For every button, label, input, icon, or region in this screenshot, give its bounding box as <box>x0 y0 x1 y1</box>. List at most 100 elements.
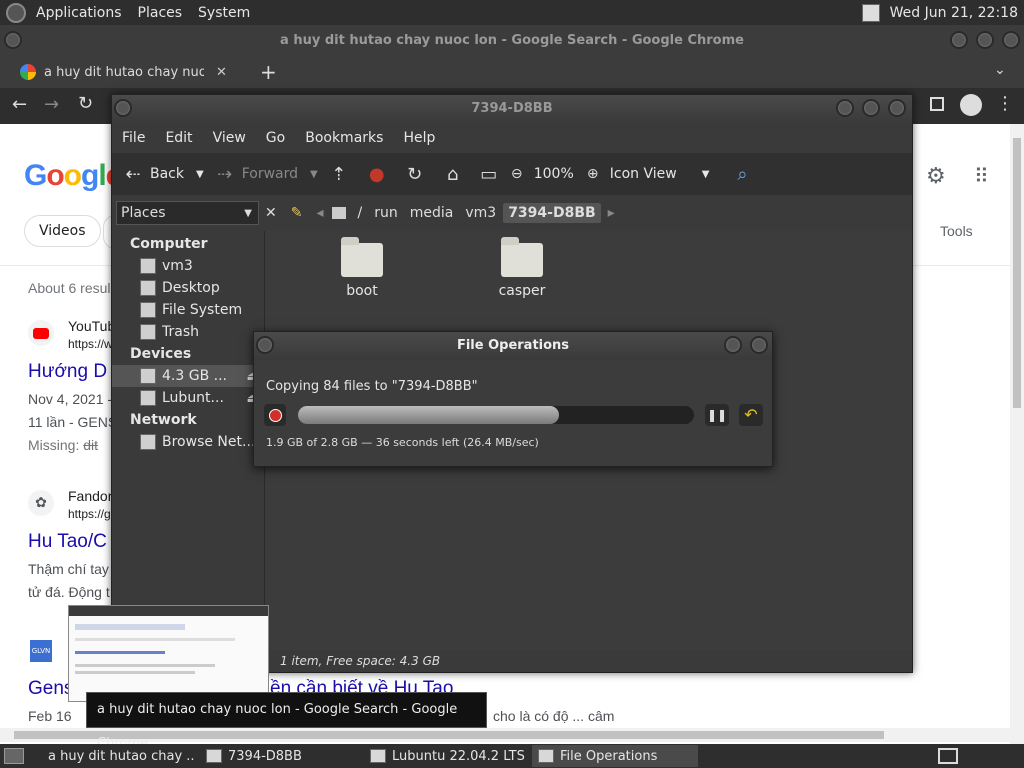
task-chrome[interactable]: a huy dit hutao chay ... <box>34 745 194 767</box>
menu-go[interactable]: Go <box>256 130 295 146</box>
places-dropdown-icon[interactable]: ▼ <box>244 208 252 219</box>
menu-help[interactable]: Help <box>393 130 445 146</box>
menu-file[interactable]: File <box>112 130 155 146</box>
crumb-right-arrow-icon[interactable]: ▸ <box>608 205 615 221</box>
up-arrow-icon[interactable]: ⇡ <box>328 163 350 185</box>
settings-gear-icon[interactable]: ⚙ <box>926 164 946 189</box>
fileops-close-button[interactable] <box>750 336 768 354</box>
folder-casper[interactable]: casper <box>482 237 562 299</box>
cancel-copy-button[interactable] <box>264 404 286 426</box>
undo-icon[interactable]: ↶ <box>739 404 763 426</box>
close-button[interactable] <box>1002 31 1020 49</box>
zoom-in-icon[interactable]: ⊕ <box>582 163 604 185</box>
clock[interactable]: Wed Jun 21, 22:18 <box>890 5 1018 21</box>
reload-icon[interactable]: ↻ <box>404 163 426 185</box>
apps-grid-icon[interactable]: ⠿ <box>974 164 989 188</box>
crumb-root[interactable]: / <box>353 203 368 223</box>
window-menu-button[interactable] <box>4 31 22 49</box>
new-tab-icon[interactable]: + <box>260 60 277 84</box>
maximize-button[interactable] <box>976 31 994 49</box>
page-hscrollbar[interactable] <box>0 728 1010 742</box>
system-menu[interactable]: System <box>190 5 258 21</box>
crumb-run[interactable]: run <box>369 203 403 223</box>
result-3-date: Feb 16 <box>28 708 72 724</box>
view-mode-select[interactable]: Icon View <box>610 166 702 182</box>
fm-maximize-button[interactable] <box>862 99 880 117</box>
zoom-out-icon[interactable]: ⊖ <box>506 163 528 185</box>
pause-button[interactable]: ❚❚ <box>705 404 729 426</box>
folder-label: casper <box>498 283 546 299</box>
back-arrow-icon[interactable]: ← <box>12 94 27 115</box>
stop-icon[interactable]: ● <box>366 163 388 185</box>
sidebar-item-filesystem[interactable]: File System <box>112 299 264 321</box>
result-1-missing: Missing: dit <box>28 437 98 453</box>
result-1-url[interactable]: https://w <box>68 337 113 351</box>
tools-button[interactable]: Tools <box>940 223 973 239</box>
profile-avatar-icon[interactable] <box>960 94 982 116</box>
page-scrollbar-thumb[interactable] <box>1013 138 1021 408</box>
result-2-title[interactable]: Hu Tao/C <box>28 531 107 553</box>
chrome-tab[interactable]: a huy dit hutao chay nuoc lon ✕ <box>8 56 248 88</box>
crumb-left-arrow-icon[interactable]: ◂ <box>316 205 323 221</box>
crumb-current[interactable]: 7394-D8BB <box>503 203 601 223</box>
folder-boot[interactable]: boot <box>322 237 402 299</box>
task-file-operations[interactable]: File Operations <box>532 745 698 767</box>
keyboard-tray-icon[interactable] <box>938 748 958 764</box>
fileops-window-menu-button[interactable] <box>256 336 274 354</box>
sidebar-item-device-1[interactable]: 4.3 GB ...⏏ <box>112 365 264 387</box>
menu-bookmarks[interactable]: Bookmarks <box>295 130 393 146</box>
applications-menu[interactable]: Applications <box>28 5 130 21</box>
result-2-url[interactable]: https://g <box>68 507 111 521</box>
sidebar-item-label: Desktop <box>162 280 220 296</box>
crumb-vm3[interactable]: vm3 <box>460 203 501 223</box>
sidebar-item-device-2[interactable]: Lubunt...⏏ <box>112 387 264 409</box>
result-3-title[interactable]: Gens <box>28 678 73 700</box>
home-icon[interactable]: ⌂ <box>442 163 464 185</box>
fileops-minimize-button[interactable] <box>724 336 742 354</box>
google-logo[interactable]: Google <box>24 159 122 193</box>
system-logo-icon[interactable] <box>6 2 26 23</box>
filesystem-icon <box>140 302 156 318</box>
crumb-media[interactable]: media <box>405 203 459 223</box>
sidebar-item-desktop[interactable]: Desktop <box>112 277 264 299</box>
menu-view[interactable]: View <box>203 130 256 146</box>
page-scrollbar[interactable] <box>1010 124 1024 745</box>
sidebar-close-icon[interactable]: ✕ <box>265 205 277 221</box>
result-1-title[interactable]: Hướng D <box>28 361 107 383</box>
forward-button[interactable]: ⇢ Forward ▼ <box>214 163 318 185</box>
back-button[interactable]: ⇠ Back ▼ <box>122 163 204 185</box>
tab-close-icon[interactable]: ✕ <box>216 65 227 80</box>
sidebar-item-label: vm3 <box>162 258 193 274</box>
show-desktop-icon[interactable] <box>4 748 24 764</box>
places-combo[interactable]: Places ▼ <box>116 201 259 225</box>
menu-edit[interactable]: Edit <box>155 130 202 146</box>
edit-path-icon[interactable]: ✎ <box>291 205 303 221</box>
back-dropdown-icon[interactable]: ▼ <box>196 169 204 180</box>
desktop-icon <box>140 280 156 296</box>
places-menu[interactable]: Places <box>130 5 191 21</box>
fm-minimize-button[interactable] <box>836 99 854 117</box>
computer-icon[interactable]: ▭ <box>478 163 500 185</box>
search-icon[interactable]: ⌕ <box>731 163 753 185</box>
task-file-manager[interactable]: 7394-D8BB <box>200 745 358 767</box>
clipboard-icon[interactable] <box>861 3 880 22</box>
forward-dropdown-icon[interactable]: ▼ <box>310 169 318 180</box>
window-preview-thumbnail[interactable] <box>68 605 269 702</box>
sidebar-item-vm3[interactable]: vm3 <box>112 255 264 277</box>
fm-close-button[interactable] <box>888 99 906 117</box>
sidebar-item-trash[interactable]: Trash <box>112 321 264 343</box>
view-mode-dropdown-icon[interactable]: ▼ <box>702 169 710 180</box>
forward-arrow-icon[interactable]: → <box>44 94 59 115</box>
tab-list-chevron-icon[interactable]: ⌄ <box>994 62 1006 78</box>
task-lubuntu[interactable]: Lubuntu 22.04.2 LTS... <box>364 745 526 767</box>
sidepanel-icon[interactable] <box>930 97 944 111</box>
missing-term: dit <box>83 437 99 453</box>
filter-videos-pill[interactable]: Videos <box>24 215 101 247</box>
reload-icon[interactable]: ↻ <box>78 93 93 114</box>
sidebar-item-browse-network[interactable]: Browse Net... <box>112 431 264 453</box>
minimize-button[interactable] <box>950 31 968 49</box>
sidebar-item-label: Browse Net... <box>162 434 256 450</box>
chrome-menu-icon[interactable]: ⋮ <box>996 93 1014 114</box>
fm-sidebar: Computer vm3 Desktop File System Trash D… <box>112 231 265 650</box>
fm-window-menu-button[interactable] <box>114 99 132 117</box>
